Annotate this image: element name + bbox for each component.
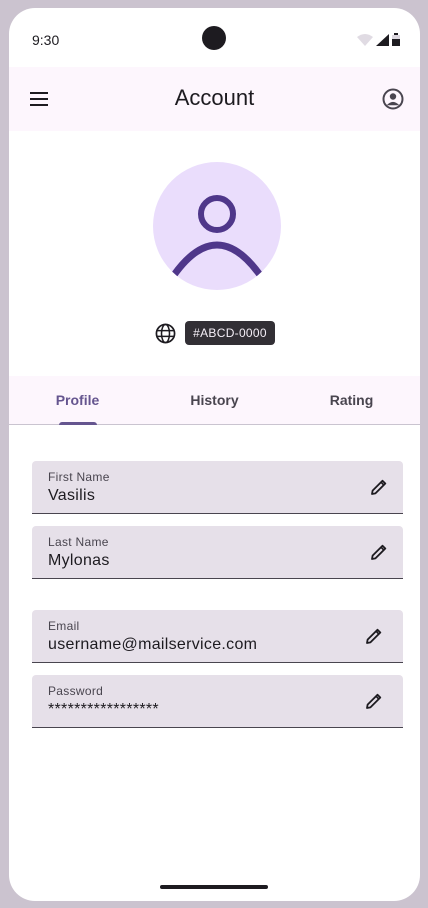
camera-cutout: [202, 26, 226, 50]
field-value: Vasilis: [48, 487, 96, 504]
tab-label: Profile: [55, 392, 100, 408]
field-label: First Name: [48, 470, 110, 484]
edit-icon[interactable]: [369, 542, 389, 562]
wifi-icon: [357, 34, 373, 46]
field-value: *****************: [48, 701, 159, 718]
email-field[interactable]: Email username@mailservice.com: [32, 610, 403, 663]
tab-label: History: [190, 392, 239, 408]
tab-profile[interactable]: Profile: [9, 376, 146, 425]
tab-history[interactable]: History: [146, 376, 283, 424]
field-value: Mylonas: [48, 552, 110, 569]
status-time: 9:30: [32, 32, 60, 48]
battery-icon: [392, 33, 400, 46]
device-frame: 9:30 Account #ABCD-0000 Profile History …: [0, 0, 428, 908]
last-name-field[interactable]: Last Name Mylonas: [32, 526, 403, 579]
person-icon: [171, 195, 263, 278]
field-value: username@mailservice.com: [48, 636, 258, 653]
user-id-chip: #ABCD-0000: [185, 321, 275, 345]
globe-icon[interactable]: [154, 322, 176, 344]
edit-icon[interactable]: [369, 477, 389, 497]
status-icons: [357, 33, 400, 46]
user-id-row: #ABCD-0000: [9, 321, 420, 345]
edit-icon[interactable]: [364, 691, 384, 711]
tab-bar: Profile History Rating: [9, 376, 420, 425]
screen: 9:30 Account #ABCD-0000 Profile History …: [9, 8, 420, 901]
status-bar: 9:30: [9, 8, 420, 68]
edit-icon[interactable]: [364, 626, 384, 646]
tab-rating[interactable]: Rating: [283, 376, 420, 424]
signal-icon: [376, 34, 389, 46]
field-label: Password: [48, 684, 104, 698]
top-app-bar: Account: [9, 67, 420, 131]
field-label: Email: [48, 619, 80, 633]
tab-active-indicator: [58, 422, 97, 425]
tab-label: Rating: [329, 392, 374, 408]
account-circle-icon[interactable]: [380, 86, 406, 112]
avatar[interactable]: [153, 162, 281, 290]
home-indicator[interactable]: [160, 885, 268, 889]
page-title: Account: [174, 85, 255, 110]
password-field[interactable]: Password *****************: [32, 675, 403, 728]
field-label: Last Name: [48, 535, 109, 549]
first-name-field[interactable]: First Name Vasilis: [32, 461, 403, 514]
